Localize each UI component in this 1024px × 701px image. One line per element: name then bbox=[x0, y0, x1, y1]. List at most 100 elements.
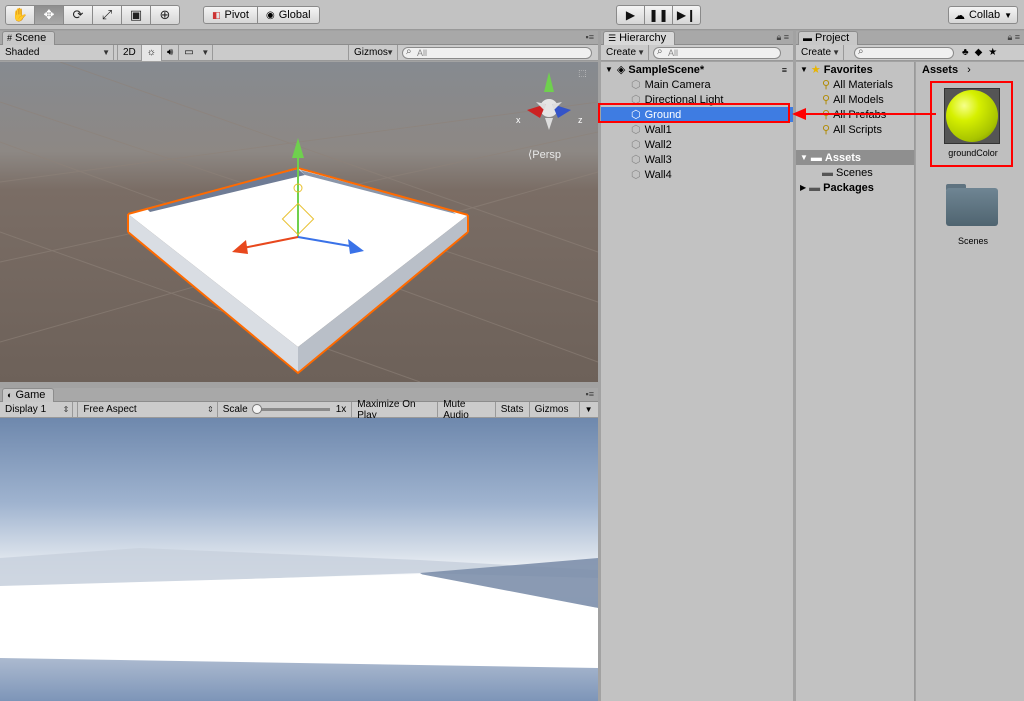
search-icon: ⚲ bbox=[822, 94, 831, 106]
shading-mode-dropdown[interactable]: Shaded ▼ bbox=[0, 44, 114, 61]
hierarchy-item-wall2[interactable]: ⬡ Wall2 bbox=[601, 137, 793, 152]
asset-label: Scenes bbox=[957, 236, 989, 246]
rect-tool-button[interactable]: ▣ bbox=[121, 5, 151, 25]
game-gizmos-dropdown[interactable]: Gizmos bbox=[530, 402, 579, 418]
tab-game[interactable]: ◐ Game bbox=[2, 388, 55, 402]
project-tabbar: ▬ Project 🔒︎ ≡ bbox=[796, 31, 1024, 45]
image-icon: ▭ bbox=[184, 47, 194, 58]
breadcrumb-assets[interactable]: Assets bbox=[922, 64, 958, 76]
axis-z-label: z bbox=[578, 115, 583, 125]
scene-viewport[interactable]: x z ⬚ ⟨Persp bbox=[0, 62, 598, 382]
scenes-folder-item[interactable]: ▬ Scenes bbox=[822, 165, 873, 180]
display-dropdown[interactable]: Display 1 ⇕ bbox=[0, 401, 74, 418]
hierarchy-item-wall3[interactable]: ⬡ Wall3 bbox=[601, 152, 793, 167]
mute-audio-toggle[interactable]: Mute Audio bbox=[438, 399, 496, 421]
panel-menu-icon[interactable]: ▪≡ bbox=[586, 389, 594, 399]
scene-root-item[interactable]: ▼ ◈ SampleScene* ≡ bbox=[601, 62, 793, 77]
maximize-on-play-toggle[interactable]: Maximize On Play bbox=[352, 399, 439, 421]
gameobject-cube-icon: ⬡ bbox=[631, 124, 641, 136]
project-create-dropdown[interactable]: Create ▼ bbox=[796, 44, 844, 61]
game-viewport[interactable] bbox=[0, 418, 598, 701]
display-value: Display 1 bbox=[5, 404, 47, 415]
pivot-label: Pivot bbox=[224, 9, 249, 21]
lock-menu-icon[interactable]: 🔒︎ ≡ bbox=[1007, 32, 1020, 43]
mode-2d-toggle[interactable]: 2D bbox=[118, 44, 142, 61]
move-tool-button[interactable]: ✥ bbox=[34, 5, 64, 25]
hierarchy-control-bar: Create ▼ All bbox=[601, 44, 793, 61]
game-controller-icon: ◐ bbox=[7, 390, 13, 400]
hand-tool-button[interactable]: ✋ bbox=[5, 5, 35, 25]
collab-button[interactable]: ☁ Collab ▼ bbox=[948, 6, 1018, 24]
expand-arrow-icon[interactable]: ▼ bbox=[800, 153, 808, 162]
assets-folder-item[interactable]: ▼ ▬ Assets bbox=[796, 150, 914, 165]
chevron-down-icon: ▼ bbox=[386, 48, 394, 57]
pause-button[interactable]: ❚❚ bbox=[644, 5, 673, 25]
scenes-label: Scenes bbox=[836, 166, 873, 179]
hierarchy-search-input[interactable]: All bbox=[653, 46, 781, 59]
aspect-dropdown[interactable]: Free Aspect ⇕ bbox=[77, 401, 218, 418]
expand-arrow-icon[interactable]: ▼ bbox=[800, 65, 808, 74]
play-button[interactable]: ▶ bbox=[616, 5, 645, 25]
project-search-input[interactable] bbox=[854, 46, 954, 59]
gizmos-dropdown[interactable]: Gizmos ▼ bbox=[348, 44, 398, 61]
effects-dropdown[interactable]: ▭ ▼ bbox=[179, 44, 214, 61]
tab-hierarchy-label: Hierarchy bbox=[619, 32, 667, 44]
expand-arrow-icon[interactable]: ▼ bbox=[605, 65, 613, 74]
filter-type-icon[interactable]: ♣ bbox=[962, 47, 969, 58]
playmode-controls: ▶ ❚❚ ▶❙ bbox=[616, 5, 701, 25]
scale-tool-button[interactable]: ⤢ bbox=[92, 5, 122, 25]
persp-label[interactable]: ⟨Persp bbox=[528, 148, 561, 161]
rotate-tool-button[interactable]: ⟳ bbox=[63, 5, 93, 25]
slider-thumb[interactable] bbox=[251, 404, 262, 414]
lighting-toggle[interactable]: ☼ bbox=[141, 44, 162, 61]
favorite-all-scripts[interactable]: ⚲ All Scripts bbox=[822, 122, 882, 137]
hierarchy-create-label: Create bbox=[606, 47, 637, 58]
gameobject-cube-icon: ⬡ bbox=[631, 79, 641, 91]
expand-arrow-icon[interactable]: ▶ bbox=[800, 183, 806, 192]
lock-icon[interactable]: ⬚ bbox=[578, 68, 587, 79]
shading-mode-value: Shaded bbox=[5, 47, 40, 58]
step-button[interactable]: ▶❙ bbox=[672, 5, 701, 25]
game-gizmos-arrow[interactable]: ▼ bbox=[578, 401, 598, 418]
hierarchy-item-main-camera[interactable]: ⬡ Main Camera bbox=[601, 77, 793, 92]
scene-root-label: SampleScene* bbox=[628, 63, 705, 76]
pivot-button[interactable]: ◧ Pivot bbox=[203, 6, 258, 24]
tab-project[interactable]: ▬ Project bbox=[798, 31, 859, 45]
hierarchy-item-wall1[interactable]: ⬡ Wall1 bbox=[601, 122, 793, 137]
highlight-box-ground bbox=[598, 103, 790, 123]
scale-icon: ⤢ bbox=[101, 7, 113, 22]
packages-label: Packages bbox=[823, 181, 874, 194]
unity-logo-icon: ◈ bbox=[616, 64, 626, 76]
audio-toggle[interactable]: 🔊︎ bbox=[162, 44, 180, 61]
pivot-toggle-group: ◧ Pivot ◉ Global bbox=[203, 6, 320, 26]
transform-tool-button[interactable]: ⊕ bbox=[150, 5, 180, 25]
panel-menu-icon[interactable]: ▪≡ bbox=[586, 32, 594, 42]
hierarchy-create-dropdown[interactable]: Create ▼ bbox=[601, 44, 649, 61]
stats-toggle[interactable]: Stats bbox=[496, 401, 530, 418]
scene-search-input[interactable]: All bbox=[402, 46, 592, 59]
global-button[interactable]: ◉ Global bbox=[256, 6, 320, 24]
favorite-all-models[interactable]: ⚲ All Models bbox=[822, 92, 884, 107]
packages-folder-item[interactable]: ▶ ▬ Packages bbox=[800, 180, 874, 195]
hierarchy-item-wall4[interactable]: ⬡ Wall4 bbox=[601, 167, 793, 182]
search-icon: ⚲ bbox=[822, 79, 831, 91]
cloud-icon: ☁ bbox=[953, 9, 965, 22]
scale-slider[interactable]: Scale 1x bbox=[218, 401, 353, 418]
favorite-all-materials[interactable]: ⚲ All Materials bbox=[822, 77, 893, 92]
orientation-gizmo[interactable] bbox=[527, 72, 571, 130]
tab-scene[interactable]: # Scene bbox=[2, 31, 56, 45]
hierarchy-tabbar: ☰ Hierarchy 🔒︎ ≡ bbox=[601, 31, 793, 45]
slider-track[interactable] bbox=[251, 404, 330, 414]
favorite-star-icon[interactable]: ★ bbox=[988, 47, 997, 58]
asset-scenes-folder[interactable]: Scenes bbox=[944, 180, 1002, 248]
chevron-right-icon: › bbox=[967, 64, 971, 76]
hierarchy-item-label: Wall1 bbox=[644, 123, 672, 136]
tab-hierarchy[interactable]: ☰ Hierarchy bbox=[603, 31, 676, 45]
favorites-item[interactable]: ▼ ★ Favorites bbox=[800, 62, 873, 77]
search-icon: ⚲ bbox=[822, 124, 831, 136]
lock-menu-icon[interactable]: 🔒︎ ≡ bbox=[776, 32, 789, 43]
highlight-box-material bbox=[930, 81, 1013, 167]
filter-label-icon[interactable]: ◆ bbox=[975, 47, 983, 58]
play-icon: ▶ bbox=[625, 8, 636, 22]
scene-menu-icon[interactable]: ≡ bbox=[782, 65, 787, 75]
